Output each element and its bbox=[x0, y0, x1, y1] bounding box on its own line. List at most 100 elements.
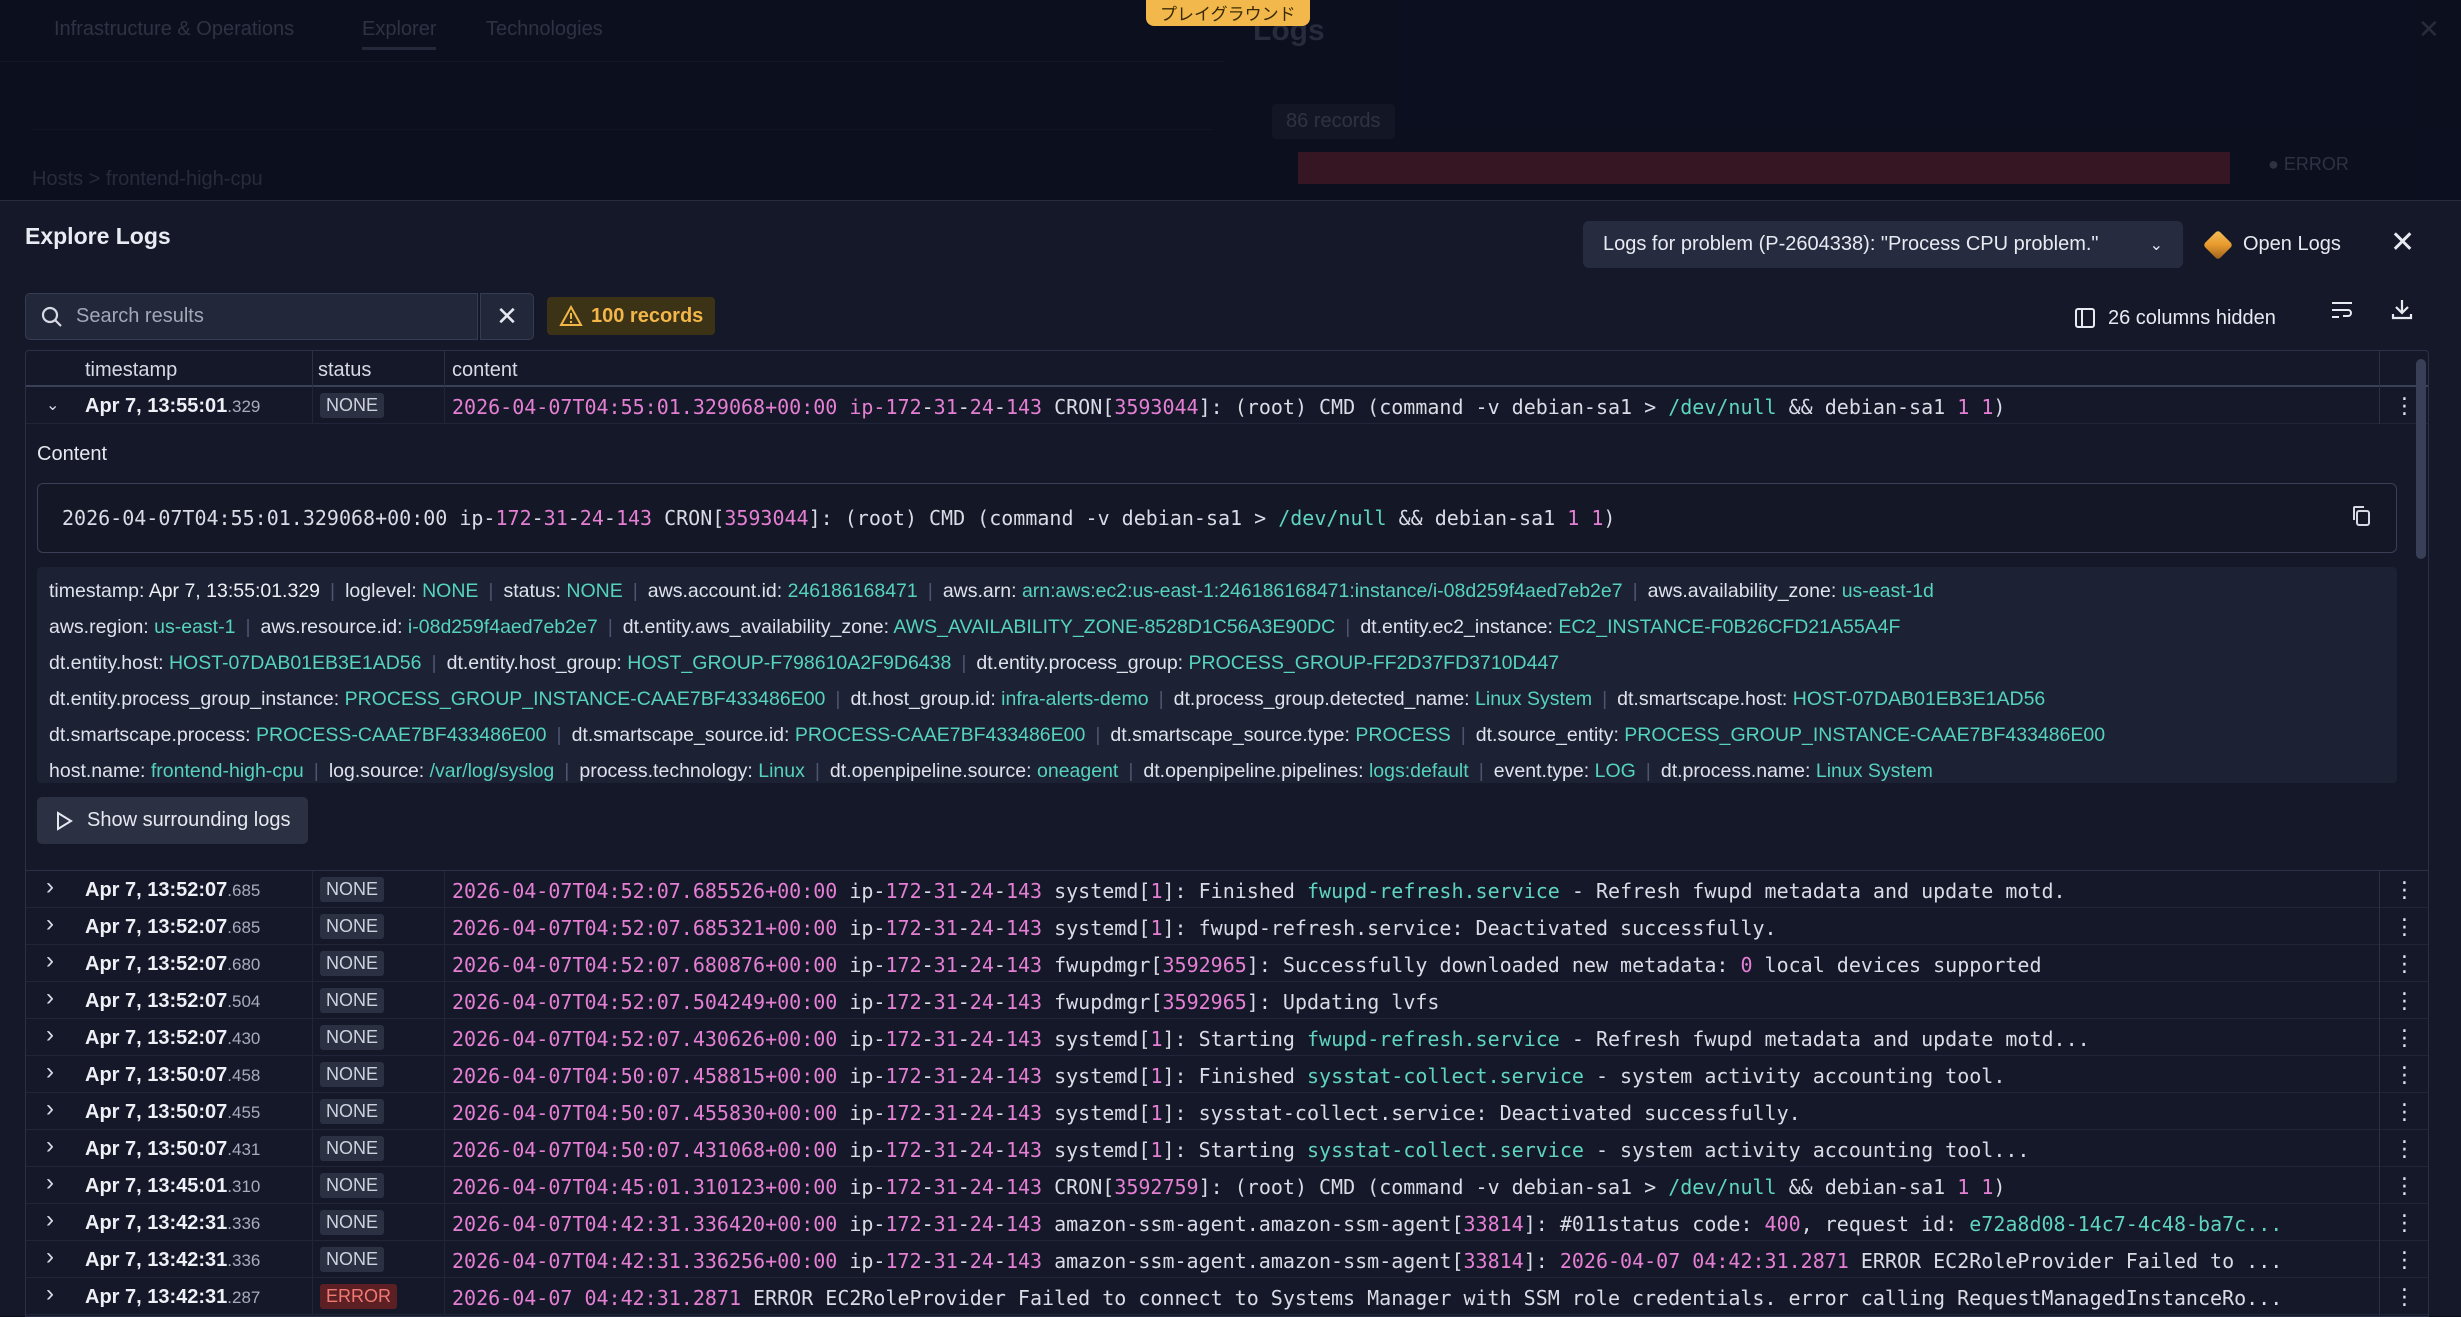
attribute-value[interactable]: LOG bbox=[1595, 760, 1636, 782]
chevron-right-icon[interactable]: › bbox=[46, 910, 54, 938]
more-options-icon[interactable]: ⋮ bbox=[2379, 908, 2428, 945]
content-label: Content bbox=[37, 443, 108, 465]
table-row[interactable]: › Apr 7, 13:52:07.685 NONE 2026-04-07T04:52… bbox=[26, 871, 2428, 908]
attribute-value[interactable]: EC2_INSTANCE-F0B26CFD21A55A4F bbox=[1558, 616, 1900, 638]
attribute-key: loglevel: bbox=[345, 580, 423, 602]
chevron-right-icon[interactable]: › bbox=[46, 1206, 54, 1234]
more-options-icon[interactable]: ⋮ bbox=[2379, 1278, 2428, 1315]
table-row[interactable]: › Apr 7, 13:45:01.310 NONE 2026-04-07T04:45… bbox=[26, 1167, 2428, 1204]
table-row[interactable]: › Apr 7, 13:50:07.458 NONE 2026-04-07T04:50… bbox=[26, 1056, 2428, 1093]
attribute-value[interactable]: PROCESS-CAAE7BF433486E00 bbox=[795, 724, 1085, 746]
row-timestamp: Apr 7, 13:52:07.680 bbox=[85, 953, 261, 975]
more-options-icon[interactable]: ⋮ bbox=[2379, 1241, 2428, 1278]
open-logs-button[interactable]: Open Logs bbox=[2202, 221, 2341, 268]
column-header-status[interactable]: status bbox=[318, 359, 371, 382]
attribute-value[interactable]: PROCESS-CAAE7BF433486E00 bbox=[256, 724, 546, 746]
table-row[interactable]: › Apr 7, 13:52:07.685 NONE 2026-04-07T04:52… bbox=[26, 908, 2428, 945]
row-timestamp: Apr 7, 13:52:07.430 bbox=[85, 1027, 261, 1049]
attribute-value[interactable]: Linux bbox=[758, 760, 805, 782]
show-surrounding-label: Show surrounding logs bbox=[87, 809, 291, 831]
attribute-value[interactable]: logs:default bbox=[1369, 760, 1469, 782]
attribute-value[interactable]: us-east-1d bbox=[1842, 580, 1934, 602]
chevron-right-icon[interactable]: › bbox=[46, 1095, 54, 1123]
attributes-panel: timestamp: Apr 7, 13:55:01.329 | loglevel:… bbox=[37, 567, 2397, 783]
status-badge: NONE bbox=[320, 1025, 385, 1050]
attribute-value[interactable]: HOST-07DAB01EB3E1AD56 bbox=[169, 652, 422, 674]
attribute-key: timestamp: bbox=[49, 580, 149, 602]
columns-hidden-button[interactable]: 26 columns hidden bbox=[2074, 299, 2276, 337]
table-row[interactable]: › Apr 7, 13:42:31.336 NONE 2026-04-07T04:42… bbox=[26, 1204, 2428, 1241]
scrollbar[interactable] bbox=[2416, 359, 2426, 559]
table-header: timestamp status content bbox=[26, 351, 2428, 387]
more-options-icon[interactable]: ⋮ bbox=[2379, 1019, 2428, 1056]
chevron-right-icon[interactable]: › bbox=[46, 1058, 54, 1086]
chevron-right-icon[interactable]: › bbox=[46, 1132, 54, 1160]
attribute-value[interactable]: 246186168471 bbox=[788, 580, 918, 602]
more-options-icon[interactable]: ⋮ bbox=[2379, 1130, 2428, 1167]
attribute-value[interactable]: arn:aws:ec2:us-east-1:246186168471:insta… bbox=[1022, 580, 1623, 602]
close-panel-icon[interactable]: ✕ bbox=[2390, 225, 2415, 260]
column-header-timestamp[interactable]: timestamp bbox=[85, 359, 177, 382]
row-content: 2026-04-07T04:42:31.336256+00:00 ip-172-… bbox=[452, 1249, 2283, 1273]
show-surrounding-logs-button[interactable]: Show surrounding logs bbox=[37, 797, 309, 844]
clear-search-button[interactable]: ✕ bbox=[480, 293, 534, 340]
download-icon[interactable] bbox=[2390, 297, 2414, 328]
table-row[interactable]: › Apr 7, 13:42:31.287 ERROR 2026-04-07 04:4… bbox=[26, 1278, 2428, 1315]
attribute-key: dt.smartscape.process: bbox=[49, 724, 256, 746]
row-timestamp: Apr 7, 13:52:07.504 bbox=[85, 990, 261, 1012]
more-options-icon[interactable]: ⋮ bbox=[2379, 1204, 2428, 1241]
more-options-icon[interactable]: ⋮ bbox=[2379, 945, 2428, 982]
table-row[interactable]: › Apr 7, 13:52:07.680 NONE 2026-04-07T04:52… bbox=[26, 945, 2428, 982]
column-header-content[interactable]: content bbox=[452, 359, 518, 382]
problem-select[interactable]: Logs for problem (P-2604338): "Process C… bbox=[1583, 221, 2183, 268]
copy-icon[interactable] bbox=[2350, 504, 2372, 534]
search-input[interactable] bbox=[76, 305, 456, 328]
attribute-key: dt.host_group.id: bbox=[850, 688, 1002, 710]
attribute-value[interactable]: NONE bbox=[566, 580, 622, 602]
attribute-value[interactable]: oneagent bbox=[1037, 760, 1118, 782]
chevron-right-icon[interactable]: › bbox=[46, 1169, 54, 1197]
status-badge: NONE bbox=[320, 1173, 385, 1198]
attribute-value[interactable]: frontend-high-cpu bbox=[151, 760, 304, 782]
attribute-value[interactable]: AWS_AVAILABILITY_ZONE-8528D1C56A3E90DC bbox=[893, 616, 1335, 638]
table-row[interactable]: › Apr 7, 13:50:07.455 NONE 2026-04-07T04:50… bbox=[26, 1093, 2428, 1130]
chevron-right-icon[interactable]: › bbox=[46, 1021, 54, 1049]
chevron-right-icon[interactable]: › bbox=[46, 1243, 54, 1271]
chevron-right-icon[interactable]: › bbox=[46, 947, 54, 975]
attribute-value[interactable]: PROCESS bbox=[1355, 724, 1450, 746]
chevron-right-icon[interactable]: › bbox=[46, 1280, 54, 1308]
table-row[interactable]: › Apr 7, 13:52:07.504 NONE 2026-04-07T04:52… bbox=[26, 982, 2428, 1019]
attribute-value[interactable]: Linux System bbox=[1475, 688, 1592, 710]
attribute-value[interactable]: us-east-1 bbox=[154, 616, 235, 638]
table-row[interactable]: › Apr 7, 13:52:07.430 NONE 2026-04-07T04:52… bbox=[26, 1019, 2428, 1056]
table-row[interactable]: › Apr 7, 13:42:31.336 NONE 2026-04-07T04:42… bbox=[26, 1241, 2428, 1278]
chevron-right-icon[interactable]: › bbox=[46, 984, 54, 1012]
more-options-icon[interactable]: ⋮ bbox=[2379, 1056, 2428, 1093]
attribute-value[interactable]: PROCESS_GROUP_INSTANCE-CAAE7BF433486E00 bbox=[345, 688, 826, 710]
attribute-value[interactable]: HOST_GROUP-F798610A2F9D6438 bbox=[627, 652, 951, 674]
attribute-value[interactable]: PROCESS_GROUP-FF2D37FD3710D447 bbox=[1189, 652, 1560, 674]
attribute-key: dt.smartscape_source.id: bbox=[571, 724, 795, 746]
attribute-value[interactable]: HOST-07DAB01EB3E1AD56 bbox=[1793, 688, 2046, 710]
attribute-value[interactable]: i-08d259f4aed7eb2e7 bbox=[408, 616, 598, 638]
row-content: 2026-04-07T04:50:07.458815+00:00 ip-172-… bbox=[452, 1064, 2006, 1088]
problem-select-label: Logs for problem (P-2604338): "Process C… bbox=[1603, 233, 2099, 255]
attribute-value[interactable]: PROCESS_GROUP_INSTANCE-CAAE7BF433486E00 bbox=[1624, 724, 2105, 746]
background-tab-explorer: Explorer bbox=[362, 18, 437, 50]
attribute-value[interactable]: Linux System bbox=[1816, 760, 1933, 782]
more-options-icon[interactable]: ⋮ bbox=[2379, 1093, 2428, 1130]
attribute-value[interactable]: NONE bbox=[422, 580, 478, 602]
attribute-value[interactable]: /var/log/syslog bbox=[430, 760, 555, 782]
more-options-icon[interactable]: ⋮ bbox=[2379, 871, 2428, 908]
background-row bbox=[32, 90, 1212, 130]
row-timestamp: Apr 7, 13:52:07.685 bbox=[85, 879, 261, 901]
attribute-key: dt.smartscape.host: bbox=[1617, 688, 1793, 710]
attribute-line: aws.region: us-east-1 | aws.resource.id: i… bbox=[49, 616, 1901, 638]
more-options-icon[interactable]: ⋮ bbox=[2379, 1167, 2428, 1204]
more-options-icon[interactable]: ⋮ bbox=[2379, 982, 2428, 1019]
attribute-value[interactable]: Apr 7, 13:55:01.329 bbox=[149, 580, 320, 602]
line-wrap-icon[interactable] bbox=[2330, 299, 2354, 328]
chevron-right-icon[interactable]: › bbox=[46, 873, 54, 901]
table-row[interactable]: › Apr 7, 13:50:07.431 NONE 2026-04-07T04:50… bbox=[26, 1130, 2428, 1167]
attribute-value[interactable]: infra-alerts-demo bbox=[1001, 688, 1148, 710]
